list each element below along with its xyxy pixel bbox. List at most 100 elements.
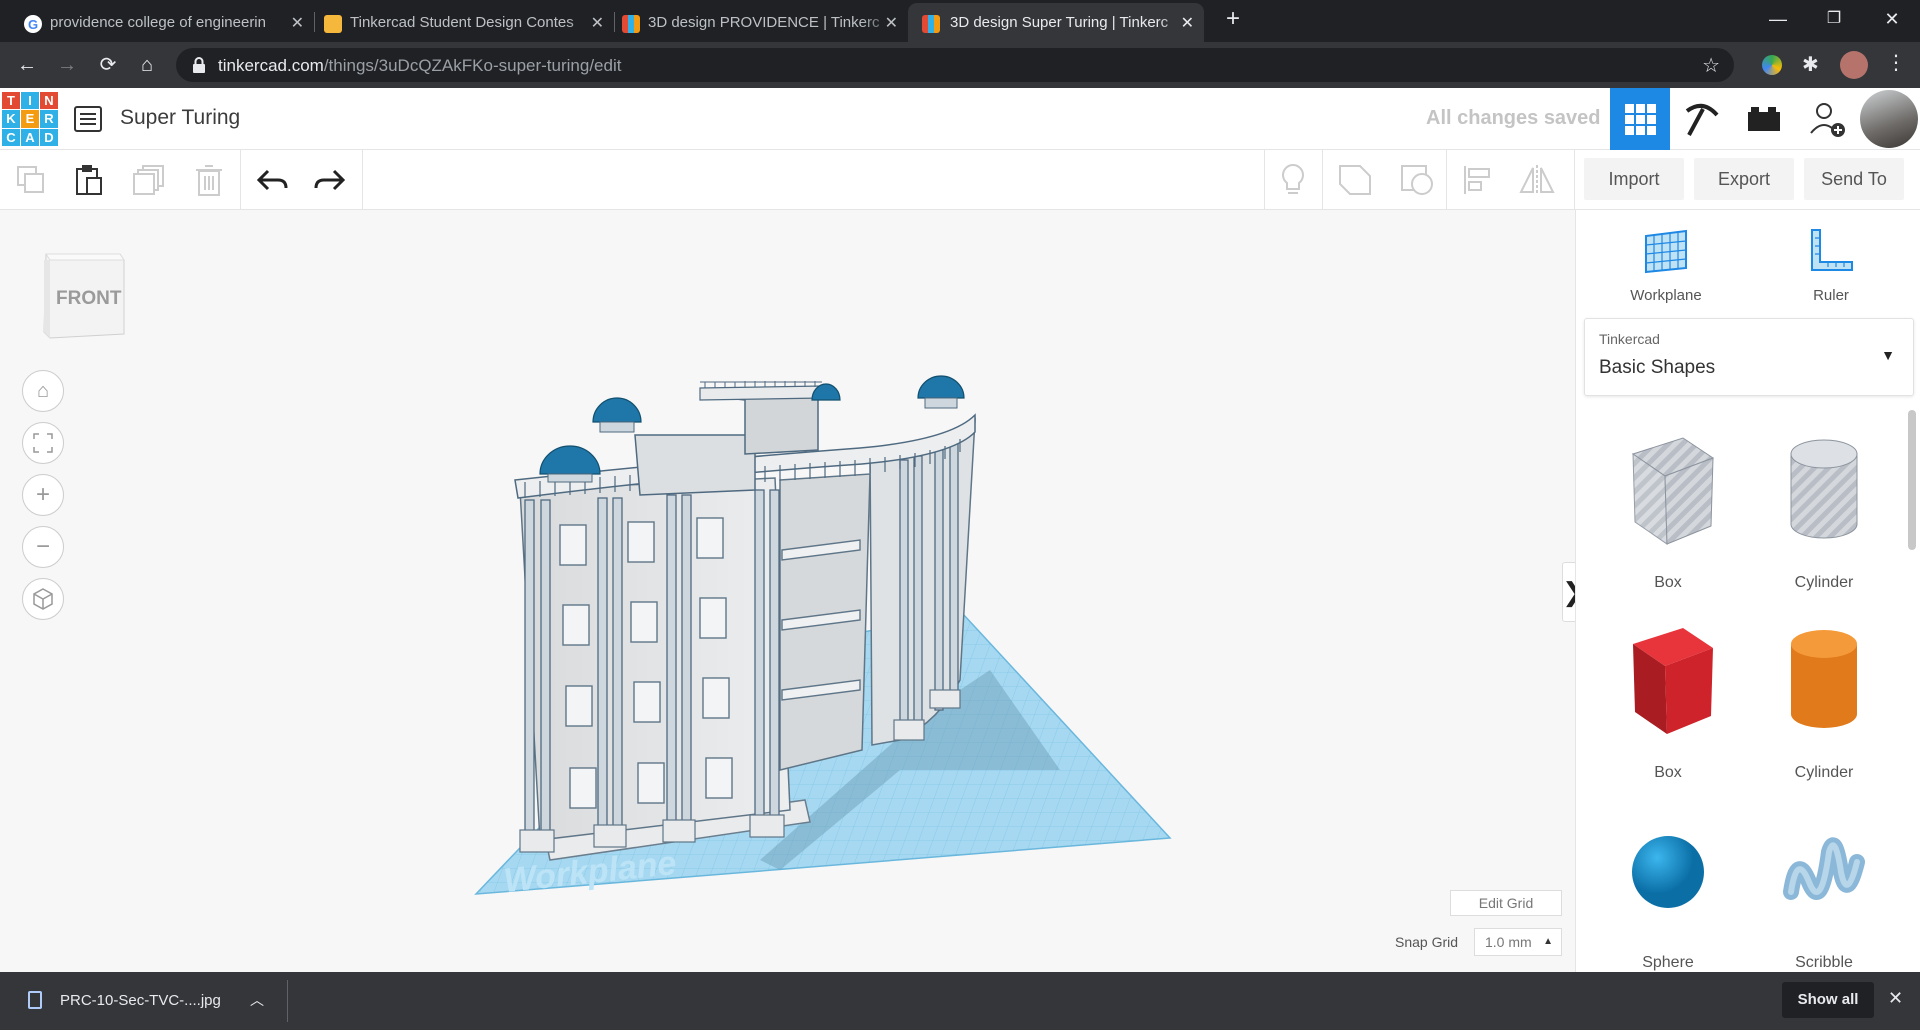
user-avatar[interactable] bbox=[1860, 90, 1918, 148]
shape-library-select[interactable]: Tinkercad Basic Shapes ▼ bbox=[1584, 318, 1914, 396]
tab-title: 3D design Super Turing | Tinkerc bbox=[950, 14, 1169, 31]
duplicate-button[interactable] bbox=[126, 158, 172, 202]
app-header: T I N K E R C A D Super Turing All chang… bbox=[0, 88, 1920, 150]
redo-icon bbox=[314, 169, 346, 191]
browser-tab-active[interactable]: 3D design Super Turing | Tinkerc ✕ bbox=[908, 3, 1204, 42]
browser-tab[interactable]: G providence college of engineerin ✕ bbox=[24, 3, 314, 42]
toolbar-divider bbox=[1264, 150, 1265, 210]
align-button[interactable] bbox=[1454, 158, 1500, 202]
browser-toolbar: ← → ⟳ ⌂ tinkercad.com/things/3uDcQZAkFKo… bbox=[0, 42, 1920, 88]
tab-title: providence college of engineerin bbox=[50, 14, 266, 31]
send-to-button[interactable]: Send To bbox=[1804, 158, 1904, 200]
shape-scribble[interactable]: Scribble bbox=[1744, 808, 1904, 988]
google-icon: G bbox=[24, 15, 42, 33]
mirror-button[interactable] bbox=[1514, 158, 1560, 202]
extension-icon[interactable] bbox=[1762, 55, 1782, 75]
notes-button[interactable] bbox=[1270, 158, 1316, 202]
tinkercad-logo[interactable]: T I N K E R C A D bbox=[2, 92, 58, 146]
browser-menu-icon[interactable]: ⋮ bbox=[1886, 50, 1906, 75]
back-icon[interactable]: ← bbox=[13, 51, 41, 79]
address-bar[interactable]: tinkercad.com/things/3uDcQZAkFKo-super-t… bbox=[176, 48, 1734, 82]
bookmark-star-icon[interactable]: ☆ bbox=[1702, 53, 1720, 78]
new-tab-button[interactable]: + bbox=[1206, 0, 1260, 38]
home-icon[interactable]: ⌂ bbox=[133, 51, 161, 79]
show-all-button[interactable]: Show all bbox=[1782, 982, 1874, 1018]
hole-button[interactable] bbox=[1394, 158, 1440, 202]
tab-separator bbox=[614, 12, 615, 32]
shape-cylinder-hole[interactable]: Cylinder bbox=[1744, 428, 1904, 608]
ruler-icon bbox=[1811, 229, 1853, 271]
download-file-name[interactable]: PRC-10-Sec-TVC-....jpg bbox=[60, 992, 221, 1009]
workplane-tool[interactable]: Workplane bbox=[1596, 224, 1736, 314]
snap-grid-value: 1.0 mm bbox=[1485, 934, 1532, 950]
caret-up-icon: ▲ bbox=[1543, 936, 1553, 947]
copy-button[interactable] bbox=[8, 158, 54, 202]
design-list-icon[interactable] bbox=[74, 106, 102, 132]
lightbulb-icon bbox=[1282, 163, 1304, 194]
workplane-label: Workplane bbox=[1630, 287, 1702, 304]
chevron-up-icon[interactable]: ︿ bbox=[250, 990, 264, 1010]
save-status: All changes saved bbox=[1426, 107, 1601, 129]
paste-button[interactable] bbox=[66, 158, 112, 202]
import-button[interactable]: Import bbox=[1584, 158, 1684, 200]
logo-letter: E bbox=[21, 110, 39, 128]
export-button[interactable]: Export bbox=[1694, 158, 1794, 200]
shape-label: Sphere bbox=[1642, 954, 1694, 971]
library-source: Tinkercad bbox=[1599, 331, 1660, 347]
panel-scrollbar[interactable] bbox=[1908, 410, 1916, 550]
close-download-bar-icon[interactable]: ✕ bbox=[1888, 988, 1903, 1009]
minimize-window-icon[interactable]: — bbox=[1750, 0, 1806, 38]
close-tab-icon[interactable]: ✕ bbox=[591, 13, 604, 33]
pickaxe-button[interactable] bbox=[1672, 88, 1732, 150]
logo-letter: K bbox=[2, 110, 20, 128]
close-tab-icon[interactable]: ✕ bbox=[291, 13, 304, 33]
snap-grid-label: Snap Grid bbox=[1395, 934, 1459, 950]
tab-separator bbox=[314, 12, 315, 32]
snap-grid-select[interactable]: 1.0 mm ▲ bbox=[1474, 928, 1562, 956]
reload-icon[interactable]: ⟳ bbox=[94, 51, 122, 79]
browser-tab[interactable]: 3D design PROVIDENCE | Tinkerc ✕ bbox=[622, 3, 908, 42]
pickaxe-icon bbox=[1685, 103, 1719, 136]
ruler-tool[interactable]: Ruler bbox=[1761, 224, 1901, 314]
tinkercad-icon bbox=[622, 15, 640, 33]
close-tab-icon[interactable]: ✕ bbox=[885, 13, 898, 33]
shape-box[interactable]: Box bbox=[1588, 618, 1748, 798]
close-window-icon[interactable]: ✕ bbox=[1864, 0, 1920, 38]
shape-sphere[interactable]: Sphere bbox=[1588, 808, 1748, 988]
close-tab-icon[interactable]: ✕ bbox=[1181, 13, 1194, 33]
3d-viewport[interactable]: FRONT ⌂ + − Workplane ❯ Edit Grid Snap G… bbox=[0, 210, 1584, 972]
logo-letter: T bbox=[2, 92, 20, 110]
logo-letter: R bbox=[40, 110, 58, 128]
add-user-button[interactable] bbox=[1798, 88, 1856, 150]
copy-icon bbox=[17, 166, 44, 193]
edit-grid-button[interactable]: Edit Grid bbox=[1450, 890, 1562, 916]
3d-view-button[interactable] bbox=[1610, 88, 1670, 150]
grid-icon bbox=[1625, 104, 1656, 135]
forward-icon[interactable]: → bbox=[53, 51, 81, 79]
delete-button[interactable] bbox=[186, 158, 232, 202]
tab-title: 3D design PROVIDENCE | Tinkerc bbox=[648, 14, 880, 31]
undo-button[interactable] bbox=[249, 158, 295, 202]
chevron-down-icon: ▼ bbox=[1881, 347, 1895, 363]
profile-avatar[interactable] bbox=[1840, 51, 1868, 79]
download-bar: PRC-10-Sec-TVC-....jpg ︿ Show all ✕ bbox=[0, 972, 1920, 1030]
shape-label: Box bbox=[1654, 574, 1682, 591]
bricks-button[interactable] bbox=[1734, 88, 1794, 150]
shape-label: Box bbox=[1654, 764, 1682, 781]
maximize-window-icon[interactable]: ❐ bbox=[1806, 0, 1862, 38]
shapes-panel: Workplane Ruler Tinkercad Basic Shapes ▼… bbox=[1575, 210, 1920, 972]
design-title[interactable]: Super Turing bbox=[120, 106, 240, 130]
add-user-icon bbox=[1810, 103, 1845, 137]
workplane-grid-icon bbox=[1645, 229, 1687, 274]
toolbar-divider bbox=[1574, 150, 1575, 210]
extensions-puzzle-icon[interactable]: ✱ bbox=[1802, 52, 1819, 77]
shape-cylinder[interactable]: Cylinder bbox=[1744, 618, 1904, 798]
red-box-icon bbox=[1633, 628, 1713, 734]
orange-cylinder-icon bbox=[1791, 630, 1857, 728]
logo-letter: A bbox=[21, 128, 39, 146]
solid-button[interactable] bbox=[1332, 158, 1378, 202]
shape-box-hole[interactable]: Box bbox=[1588, 428, 1748, 608]
logo-letter: D bbox=[40, 128, 58, 146]
browser-tab[interactable]: Tinkercad Student Design Contes ✕ bbox=[324, 3, 614, 42]
redo-button[interactable] bbox=[307, 158, 353, 202]
